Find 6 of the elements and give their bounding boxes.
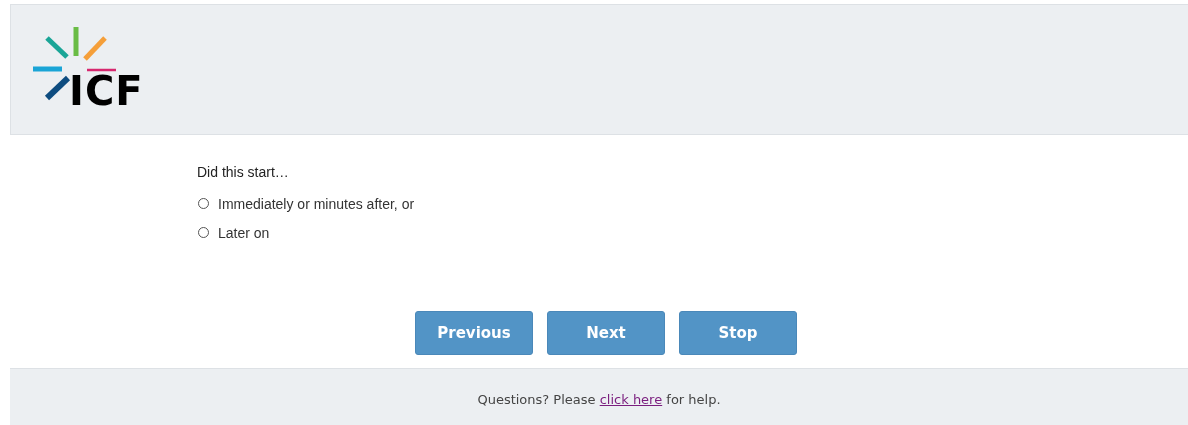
option-label[interactable]: Immediately or minutes after, or [218, 195, 415, 212]
help-link[interactable]: click here [599, 391, 663, 407]
question-text: Did this start… [197, 164, 290, 180]
option-label[interactable]: Later on [218, 224, 270, 241]
help-text: Questions? Please click here for help. [477, 391, 721, 407]
logo-text: ICF [69, 70, 144, 111]
